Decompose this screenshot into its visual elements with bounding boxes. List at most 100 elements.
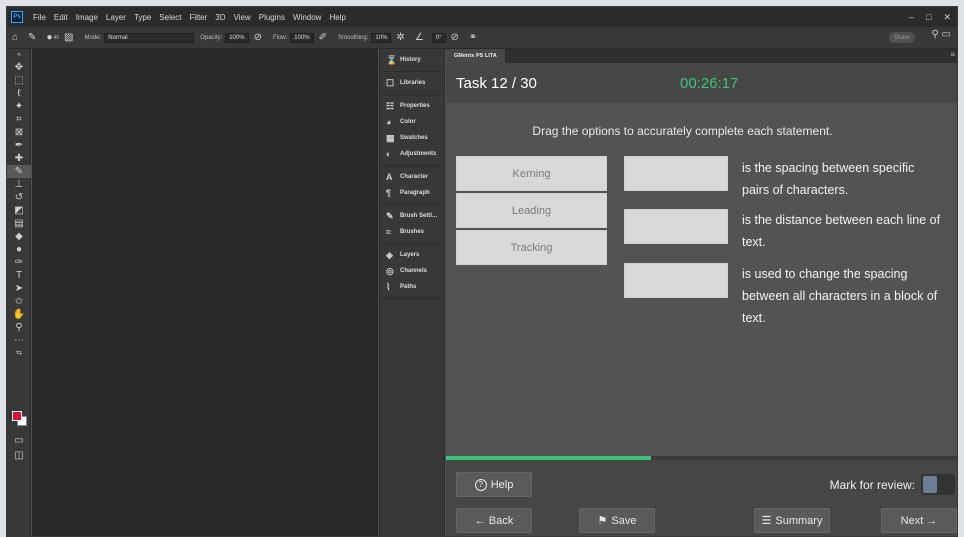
drop-slot-1[interactable] [624, 156, 728, 191]
document-canvas-area[interactable] [32, 49, 378, 536]
panel-menu-icon[interactable]: ≡ [950, 50, 955, 59]
zoom-tool-icon[interactable]: ⚲ [7, 321, 31, 334]
back-button[interactable]: ← Back [456, 508, 532, 533]
gradient-tool-icon[interactable]: ▤ [7, 217, 31, 230]
brush-tool-active-icon[interactable]: ✎ [7, 165, 31, 178]
panel-item-libraries[interactable]: ☐ Libraries [380, 75, 444, 91]
drop-slot-3[interactable] [624, 263, 728, 298]
toolbar-collapse-icon[interactable]: « [7, 49, 31, 61]
panel-item-layers[interactable]: ◈ Layers [380, 247, 444, 263]
panel-group: ✎ Brush Setti... ≈ Brushes [380, 205, 444, 244]
panel-item-paragraph[interactable]: ¶ Paragraph [380, 185, 444, 201]
color-icon: ◕ [386, 117, 392, 127]
crop-tool-icon[interactable]: ⌗ [7, 113, 31, 126]
screen-mode-icon[interactable]: ◫ [7, 449, 31, 462]
menu-view[interactable]: View [230, 13, 255, 22]
next-button[interactable]: Next → [881, 508, 957, 533]
smoothing-options-icon[interactable]: ✲ [396, 32, 404, 43]
path-select-tool-icon[interactable]: ➤ [7, 282, 31, 295]
brush-panel-icon[interactable]: ▨ [64, 32, 73, 43]
eraser-tool-icon[interactable]: ◩ [7, 204, 31, 217]
swatches-icon: ▦ [386, 132, 395, 143]
panel-item-paths[interactable]: ⌇ Paths [380, 279, 444, 295]
menu-filter[interactable]: Filter [186, 13, 212, 22]
shape-tool-icon[interactable]: ✩ [7, 295, 31, 308]
home-icon[interactable]: ⌂ [12, 32, 18, 43]
panel-item-brush-setti[interactable]: ✎ Brush Setti... [380, 208, 444, 224]
foreground-color-swatch[interactable] [12, 411, 22, 421]
panel-group: ☷ Properties ◕ Color ▦ Swatches ◐ Adjustments [380, 95, 444, 166]
minimize-icon[interactable]: – [909, 12, 914, 22]
share-button[interactable]: Share [889, 32, 915, 43]
frame-tool-icon[interactable]: ⊠ [7, 126, 31, 139]
menu-help[interactable]: Help [325, 13, 349, 22]
opacity-field[interactable]: 100% [225, 32, 249, 43]
lasso-tool-icon[interactable]: ℓ [7, 87, 31, 100]
blur-tool-icon[interactable]: ◆ [7, 230, 31, 243]
panel-item-channels[interactable]: ◎ Channels [380, 263, 444, 279]
clone-stamp-tool-icon[interactable]: ⊥ [7, 178, 31, 191]
menu-file[interactable]: File [29, 13, 50, 22]
flow-field[interactable]: 100% [290, 32, 314, 43]
panel-item-label: Paths [400, 284, 417, 290]
menu-edit[interactable]: Edit [50, 13, 72, 22]
drop-slot-2[interactable] [624, 209, 728, 244]
dodge-tool-icon[interactable]: ● [7, 243, 31, 256]
menu-3d[interactable]: 3D [211, 13, 229, 22]
swap-colors-icon[interactable]: ⇆ [7, 347, 31, 360]
panel-item-swatches[interactable]: ▦ Swatches [380, 130, 444, 146]
summary-button[interactable]: ☰ Summary [754, 508, 830, 533]
panel-item-history[interactable]: ⌛ History [380, 52, 444, 68]
marquee-tool-icon[interactable]: ⬚ [7, 74, 31, 87]
healing-tool-icon[interactable]: ✚ [7, 152, 31, 165]
task-footer: ? Help Mark for review: ← Back ⚑ Save ☰ … [446, 460, 957, 536]
panel-item-properties[interactable]: ☷ Properties [380, 98, 444, 114]
save-button[interactable]: ⚑ Save [579, 508, 655, 533]
panel-item-color[interactable]: ◕ Color [380, 114, 444, 130]
help-button[interactable]: ? Help [456, 472, 532, 497]
gmetrix-tab[interactable]: GMetrix PS LITA [446, 49, 505, 63]
brush-preset-icon[interactable]: ● [46, 32, 52, 43]
panel-item-character[interactable]: A Character [380, 169, 444, 185]
statement-3: is used to change the spacing between al… [742, 267, 938, 325]
brush-tool-icon[interactable]: ✎ [28, 32, 36, 43]
panel-group: A Character ¶ Paragraph [380, 166, 444, 205]
panel-group: ☐ Libraries [380, 72, 444, 95]
more-tools-icon[interactable]: ⋯ [7, 334, 31, 347]
pen-tool-icon[interactable]: ✑ [7, 256, 31, 269]
quick-mask-icon[interactable]: ▭ [7, 434, 31, 447]
panel-item-brushes[interactable]: ≈ Brushes [380, 224, 444, 240]
mode-select[interactable]: Normal [104, 32, 195, 43]
mark-for-review-toggle[interactable] [921, 474, 955, 495]
airbrush-icon[interactable]: ✐ [319, 32, 327, 43]
option-kerning[interactable]: Kerning [456, 156, 607, 191]
character-icon: A [386, 172, 393, 182]
adjustments-icon: ◐ [386, 149, 392, 159]
symmetry-icon[interactable]: ⚭ [469, 32, 477, 43]
menu-window[interactable]: Window [289, 13, 325, 22]
menu-select[interactable]: Select [155, 13, 185, 22]
close-icon[interactable]: ✕ [943, 12, 951, 23]
hand-tool-icon[interactable]: ✋ [7, 308, 31, 321]
eyedropper-tool-icon[interactable]: ✒ [7, 139, 31, 152]
option-leading[interactable]: Leading [456, 193, 607, 228]
option-tracking[interactable]: Tracking [456, 230, 607, 265]
pressure-opacity-icon[interactable]: ⊘ [254, 32, 262, 43]
maximize-icon[interactable]: □ [926, 12, 931, 22]
angle-field[interactable]: 0° [431, 32, 446, 43]
move-tool-icon[interactable]: ✥ [7, 61, 31, 74]
menu-image[interactable]: Image [72, 13, 102, 22]
quick-select-tool-icon[interactable]: ✦ [7, 100, 31, 113]
statement-2: is the distance between each line of tex… [742, 213, 941, 249]
history-brush-tool-icon[interactable]: ↺ [7, 191, 31, 204]
flow-label: Flow: [272, 34, 288, 41]
menu-plugins[interactable]: Plugins [255, 13, 289, 22]
panel-item-label: Properties [400, 103, 430, 109]
smoothing-field[interactable]: 10% [371, 32, 392, 43]
menu-type[interactable]: Type [130, 13, 155, 22]
pressure-size-icon[interactable]: ⊘ [451, 32, 459, 43]
type-tool-icon[interactable]: T [7, 269, 31, 282]
panel-item-adjustments[interactable]: ◐ Adjustments [380, 146, 444, 162]
menu-layer[interactable]: Layer [102, 13, 130, 22]
search-icon[interactable]: ⚲ ▭ [931, 29, 951, 40]
